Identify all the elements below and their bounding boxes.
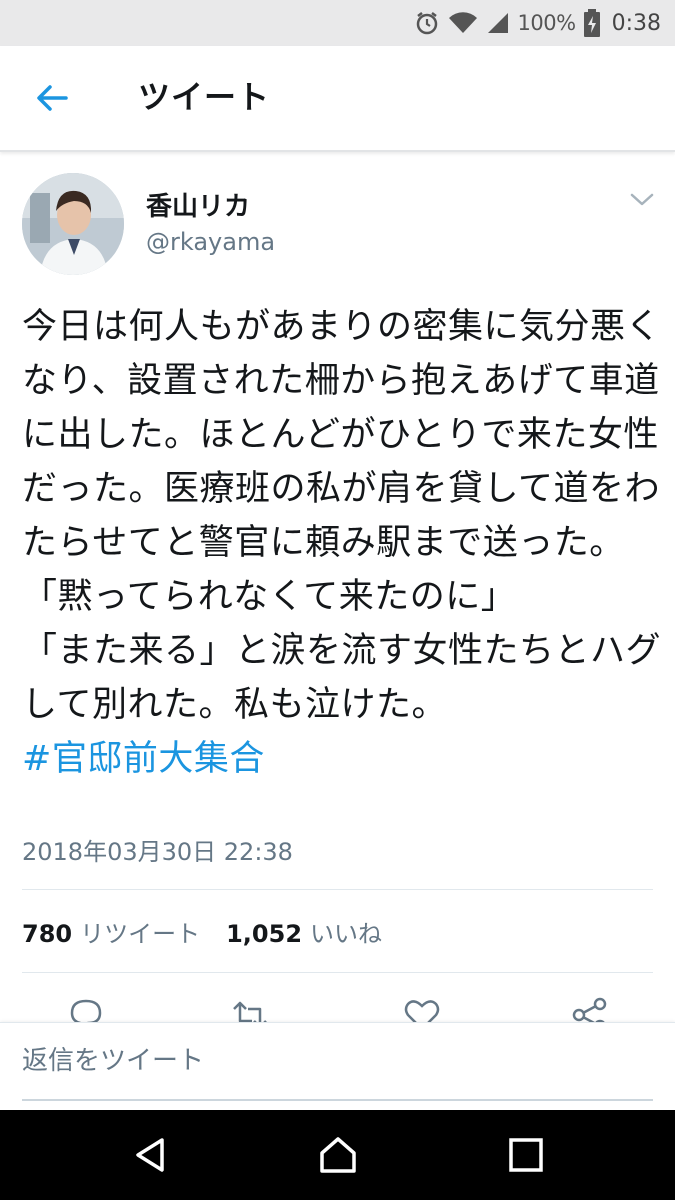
chevron-down-icon[interactable] [628,190,656,210]
like-label[interactable]: いいね [310,914,382,949]
retweet-count[interactable]: 780 [22,920,72,948]
wifi-icon [448,11,478,35]
battery-charging-icon [583,9,600,37]
action-bar [0,995,675,1025]
status-bar: 100% 0:38 [0,0,675,46]
nav-back-icon[interactable] [130,1135,170,1175]
avatar[interactable] [22,173,124,275]
app-header: ツイート [0,46,675,152]
nav-recents-icon[interactable] [506,1135,546,1175]
cell-signal-icon [486,11,510,35]
author-handle[interactable]: @rkayama [146,228,275,256]
like-icon[interactable] [402,995,442,1025]
tweet-body: 今日は何人もがあまりの密集に気分悪くなり、設置された柵から抱えあげて車道に出した… [22,307,662,725]
share-icon[interactable] [570,995,610,1025]
back-arrow-icon[interactable] [30,78,74,118]
tweet-stats: 780 リツイート 1,052 いいね [22,914,382,949]
like-count[interactable]: 1,052 [226,920,302,948]
alarm-icon [414,10,440,36]
reply-icon[interactable] [66,995,106,1025]
nav-home-icon[interactable] [318,1135,358,1175]
divider [22,972,653,973]
divider [22,889,653,890]
author-name[interactable]: 香山リカ [146,186,250,223]
reply-bar [0,1022,675,1111]
hashtag-link[interactable]: #官邸前大集合 [22,739,265,779]
reply-input[interactable] [22,1023,653,1099]
status-icons: 100% 0:38 [414,0,661,46]
page-title: ツイート [138,78,271,116]
retweet-label[interactable]: リツイート [80,914,200,949]
tweet-timestamp: 2018年03月30日 22:38 [22,838,293,866]
system-nav-bar [0,1110,675,1200]
reply-underline [22,1099,653,1101]
retweet-icon[interactable] [230,995,270,1025]
tweet-text: 今日は何人もがあまりの密集に気分悪くなり、設置された柵から抱えあげて車道に出した… [22,300,662,786]
battery-percent: 100% [517,11,577,35]
clock: 0:38 [611,10,661,36]
